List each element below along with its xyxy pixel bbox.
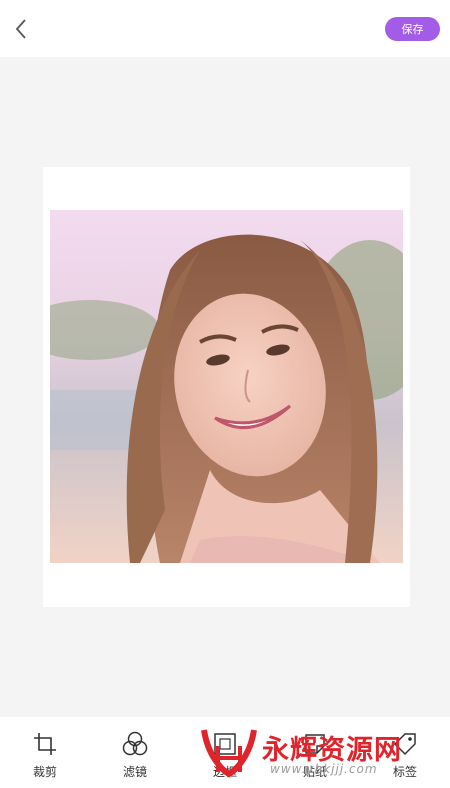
sticker-button[interactable]: 贴纸 [285, 731, 345, 780]
sticker-icon [302, 731, 328, 757]
sticker-label: 贴纸 [302, 765, 327, 779]
portrait-image [50, 210, 403, 563]
crop-button[interactable]: 裁剪 [15, 731, 75, 780]
top-bar: 保存 [0, 0, 450, 57]
bottom-toolbar: 裁剪 滤镜 边框 贴纸 标签 [0, 717, 450, 788]
crop-label: 裁剪 [32, 765, 57, 779]
editor-canvas [0, 57, 450, 717]
frame-button[interactable]: 边框 [195, 731, 255, 780]
tag-button[interactable]: 标签 [375, 731, 435, 780]
filter-button[interactable]: 滤镜 [105, 731, 165, 780]
crop-icon [32, 731, 58, 757]
tag-label: 标签 [392, 765, 417, 779]
frame-icon [212, 731, 238, 757]
back-button[interactable] [8, 14, 34, 44]
frame-label: 边框 [212, 765, 237, 779]
edited-photo[interactable] [50, 210, 403, 563]
save-button[interactable]: 保存 [385, 17, 440, 41]
filter-icon [122, 731, 148, 757]
chevron-left-icon [15, 19, 26, 39]
tag-icon [392, 731, 418, 757]
filter-label: 滤镜 [122, 765, 147, 779]
photo-frame [43, 167, 410, 607]
